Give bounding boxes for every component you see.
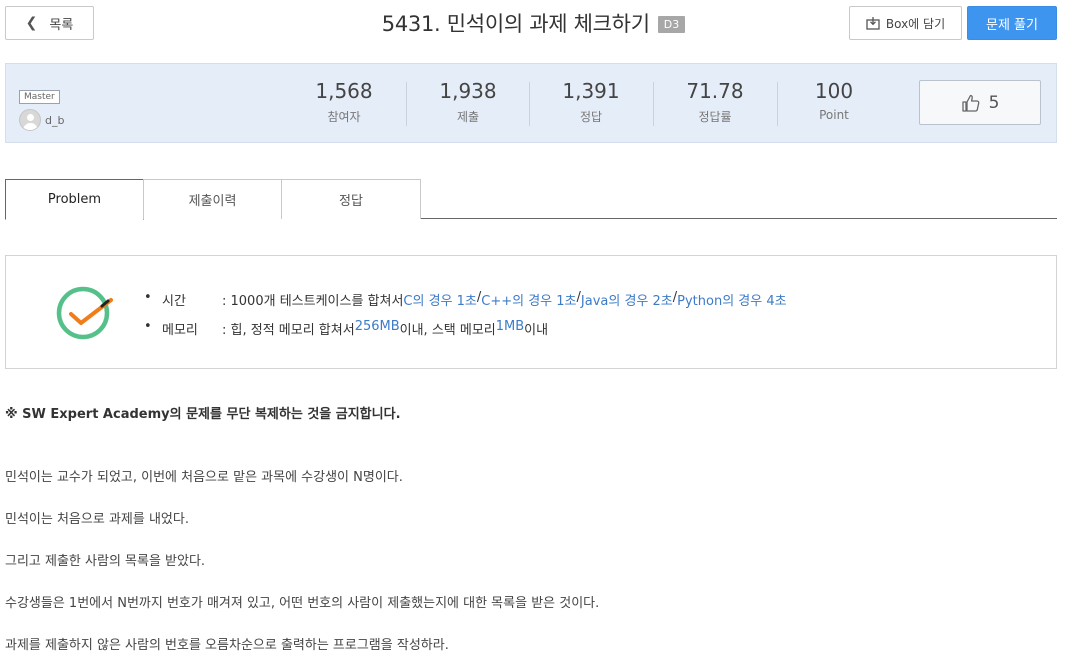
stat-value: 100 [814,79,854,103]
memory-limit-prefix: : 힙, 정적 메모리 합쳐서 [222,323,355,338]
limits-box: • 시간 : 1000개 테스트케이스를 합쳐서 C의 경우 1초 / C++의… [5,255,1057,369]
memory-limit-middle: 이내, 스택 메모리 [399,323,496,338]
time-limit-prefix: : 1000개 테스트케이스를 합쳐서 [222,294,404,309]
stat-submissions: 1,938 제출 [408,79,528,125]
tab-problem[interactable]: Problem [5,179,144,220]
time-limit-cpp: C++의 경우 1초 [481,294,577,309]
stat-points: 100 Point [774,79,894,122]
time-limit-c: C의 경우 1초 [403,294,477,309]
like-button[interactable]: 5 [919,80,1041,125]
memory-limit-stack: 1MB [495,319,525,334]
description-paragraph: 수강생들은 1번에서 N번까지 번호가 매겨져 있고, 어떤 번호의 사람이 제… [5,596,600,611]
time-limit-key: 시간 [162,294,186,309]
stat-correct: 1,391 정답 [531,79,651,125]
time-limit-row: • 시간 : 1000개 테스트케이스를 합쳐서 C의 경우 1초 / C++의… [144,290,787,309]
stat-value: 1,568 [315,79,373,103]
avatar [19,109,41,131]
back-label: 목록 [49,17,74,33]
like-count: 5 [988,92,1000,113]
stat-label: 참여자 [327,110,361,124]
bullet: • [144,319,152,334]
memory-limit-suffix: 이내 [524,323,549,338]
download-box-icon [866,16,880,30]
stat-label: 정답 [579,110,603,124]
bullet: • [144,290,152,305]
stat-label: 정답률 [698,110,732,124]
clock-check-icon [56,286,113,340]
memory-limit-row: • 메모리 : 힙, 정적 메모리 합쳐서 256MB 이내, 스택 메모리 1… [144,319,548,338]
stat-label: Point [819,108,849,122]
divider [406,82,407,126]
author-rank-badge: Master [19,90,60,104]
stat-accuracy: 71.78 정답률 [655,79,775,125]
chevron-left-icon: ❮ [25,15,38,31]
stat-participants: 1,568 참여자 [284,79,404,125]
stat-value: 1,391 [562,79,620,103]
stats-panel: Master d_b 1,568 참여자 1,938 제출 1,391 정답 7… [5,63,1057,143]
memory-limit-heap: 256MB [354,319,400,334]
memory-limit-key: 메모리 [162,323,198,338]
divider [653,82,654,126]
problem-tabs: Problem 제출이력 정답 [5,179,1057,220]
thumbs-up-icon [961,94,979,112]
tab-answer[interactable]: 정답 [281,179,421,219]
stat-label: 제출 [456,110,480,124]
divider [529,82,530,126]
description-paragraph: 과제를 제출하지 않은 사람의 번호를 오름차순으로 출력하는 프로그램을 작성… [5,638,449,653]
page-title: 5431. 민석이의 과제 체크하기 [381,12,650,36]
add-to-box-button[interactable]: Box에 담기 [849,6,962,40]
box-label: Box에 담기 [885,16,946,31]
solve-problem-button[interactable]: 문제 풀기 [967,6,1057,40]
description-paragraph: 그리고 제출한 사람의 목록을 받았다. [5,554,206,569]
description-paragraph: 민석이는 교수가 되었고, 이번에 처음으로 맡은 과목에 수강생이 N명이다. [5,470,403,485]
author-name[interactable]: d_b [45,114,64,127]
tab-submission-history[interactable]: 제출이력 [143,179,282,219]
stat-value: 1,938 [439,79,497,103]
time-limit-java: Java의 경우 2초 [580,294,673,309]
level-badge: D3 [657,15,686,33]
description-paragraph: 민석이는 처음으로 과제를 내었다. [5,512,189,527]
back-to-list-button[interactable]: ❮ 목록 [5,6,94,40]
copyright-warning: ※ SW Expert Academy의 문제를 무단 복제하는 것을 금지합니… [5,407,401,422]
author-block: Master d_b [19,84,64,131]
stat-value: 71.78 [686,79,744,103]
time-limit-python: Python의 경우 4초 [677,294,787,309]
